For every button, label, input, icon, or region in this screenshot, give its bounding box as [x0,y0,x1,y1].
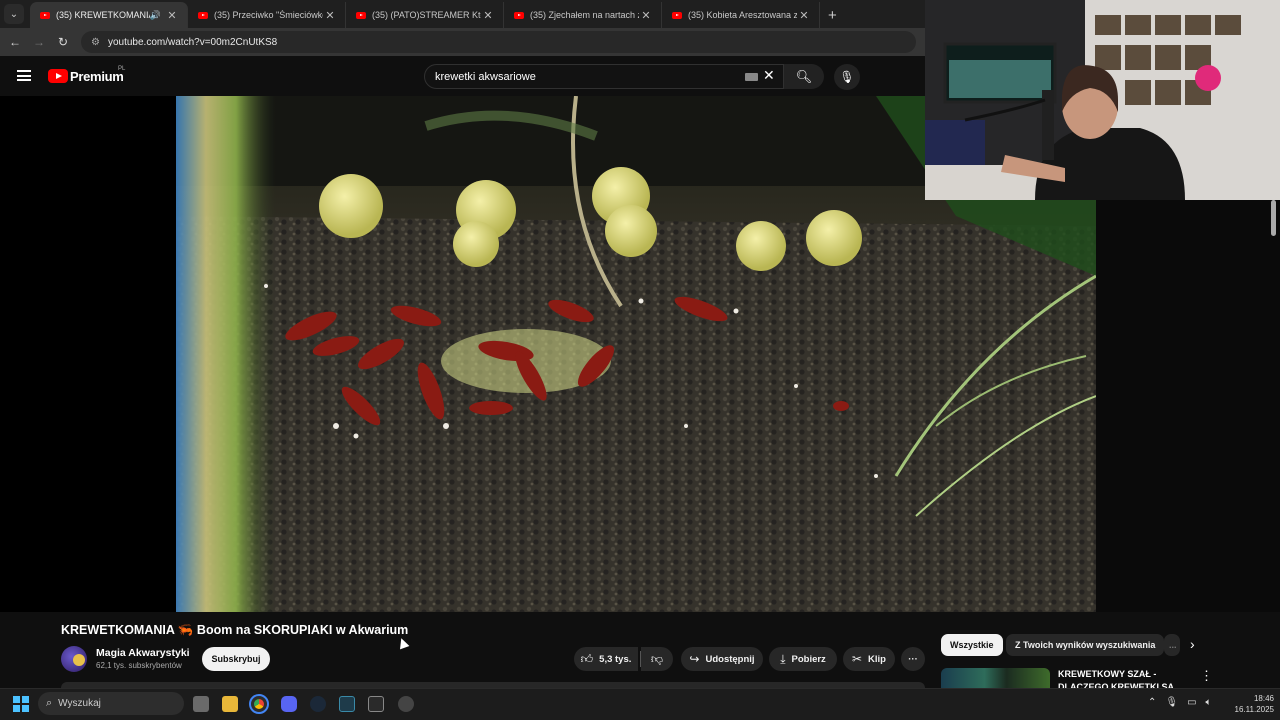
task-view-icon[interactable] [193,696,209,712]
url-text: youtube.com/watch?v=00m2CnUtKS8 [107,36,278,48]
close-tab-icon[interactable]: ✕ [323,9,337,22]
network-icon[interactable]: ▭ [1187,697,1196,708]
windows-start-icon[interactable] [13,696,29,712]
scrollbar-thumb[interactable] [1271,200,1276,236]
youtube-favicon-icon [356,11,366,19]
channel-name[interactable]: Magia Akwarystyki [96,647,190,659]
obs-icon[interactable] [398,696,414,712]
search-icon: ⌕ [46,697,53,709]
clock-time: 18:46 [1253,694,1274,703]
download-label: Pobierz [791,653,826,665]
chip-from-search[interactable]: Z Twoich wyników wyszukiwania [1006,634,1165,656]
more-vertical-icon[interactable]: ⋮ [1200,668,1213,684]
browser-tab-active[interactable]: (35) KREWETKOMANIA 🦐 🔊 ✕ [30,2,188,28]
chevron-right-icon[interactable]: › [1190,636,1195,652]
clear-search-icon[interactable]: ✕ [763,67,775,84]
steam-icon[interactable] [310,696,326,712]
subscriber-count: 62,1 tys. subskrybentów [96,661,182,670]
clock-date: 16.11.2025 [1234,705,1274,714]
voice-search-button[interactable]: 🎙︎ [834,64,860,90]
mouse-cursor-icon [396,636,410,650]
search-button[interactable]: 🔍︎ [784,64,824,89]
taskbar-search-placeholder: Wyszukaj [58,698,101,709]
video-title: KREWETKOMANIA 🦐 Boom na SKORUPIAKI w Akw… [61,623,409,637]
scissors-icon: ✂ [851,652,863,666]
thumbs-up-icon: 👍︎ [580,651,594,666]
like-count: 5,3 tys. [599,653,632,665]
chrome-icon[interactable] [249,694,269,714]
channel-avatar[interactable] [61,646,87,672]
youtube-favicon-icon [198,11,208,19]
site-info-icon[interactable]: ⚙ [91,37,100,48]
search-query: krewetki akwsariowe [435,70,536,83]
youtube-logo-icon[interactable] [48,69,68,83]
download-icon: ⤓ [780,651,786,666]
share-arrow-icon: ↪ [689,652,700,666]
hamburger-menu-icon[interactable] [17,70,31,81]
like-button[interactable]: 👍︎ 5,3 tys. [574,647,638,671]
address-bar[interactable]: ⚙ youtube.com/watch?v=00m2CnUtKS8 [81,31,916,53]
close-tab-icon[interactable]: ✕ [165,9,179,22]
microphone-icon[interactable]: 🎙︎ [1165,697,1178,708]
country-code: PL [118,66,126,72]
tab-title: (35) Zjechałem na nartach z Mo [530,10,639,20]
app-icon[interactable] [339,696,355,712]
close-tab-icon[interactable]: ✕ [481,9,495,22]
taskbar-clock[interactable]: 18:46 16.11.2025 [1229,693,1274,715]
more-actions-button[interactable]: ··· [901,647,925,671]
thumbs-down-icon: 👎︎ [650,651,664,666]
browser-tab[interactable]: (35) Przeciwko "Śmieciówkom" ✕ [188,2,346,28]
webcam-overlay [925,0,1280,200]
chevron-up-icon[interactable]: ⌃ [1148,697,1156,708]
clip-label: Klip [868,653,886,665]
volume-icon[interactable]: 🔈︎ [1206,697,1212,708]
more-dots-icon: ··· [908,653,918,665]
download-button[interactable]: ⤓ Pobierz [769,647,837,671]
close-tab-icon[interactable]: ✕ [639,9,653,22]
tab-title: (35) (PATO)STREAMER Który Ni [372,10,481,20]
search-input[interactable]: krewetki akwsariowe [424,64,784,89]
epic-games-icon[interactable] [368,696,384,712]
share-button[interactable]: ↪ Udostępnij [681,647,763,671]
back-arrow-icon[interactable]: ← [3,35,27,49]
browser-tab[interactable]: (35) Zjechałem na nartach z Mo ✕ [504,2,662,28]
forward-arrow-icon[interactable]: → [27,35,51,49]
clip-button[interactable]: ✂ Klip [843,647,895,671]
tab-title: (35) Kobieta Aresztowana za Uj [688,10,797,20]
tab-title: (35) Przeciwko "Śmieciówkom" [214,10,323,20]
dislike-button[interactable]: 👎︎ [641,647,673,671]
file-explorer-icon[interactable] [222,696,238,712]
youtube-favicon-icon [514,11,524,19]
windows-taskbar [0,688,1280,720]
background-panel [1096,200,1280,612]
streamer-webcam-image [925,0,1280,200]
youtube-premium-label[interactable]: Premium [70,69,124,84]
related-video-title[interactable]: KREWETKOWY SZAŁ - DLACZEGO KREWETKI SĄ [1058,668,1178,688]
new-tab-button[interactable]: + [828,7,837,24]
speaker-icon[interactable]: 🔊 [150,10,161,21]
subscribe-button[interactable]: Subskrybuj [202,647,270,671]
close-tab-icon[interactable]: ✕ [797,9,811,22]
chip-more[interactable]: ... [1164,634,1180,656]
reload-icon[interactable]: ↻ [51,35,75,49]
tab-title: (35) KREWETKOMANIA 🦐 [56,9,150,20]
youtube-favicon-icon [40,11,50,19]
chip-all[interactable]: Wszystkie [941,634,1003,656]
browser-tab-strip: ⌄ (35) KREWETKOMANIA 🦐 🔊 ✕ (35) Przeciwk… [0,0,925,28]
taskbar-search-input[interactable]: ⌕ Wyszukaj [38,692,184,715]
discord-icon[interactable] [281,696,297,712]
tab-search-dropdown-button[interactable]: ⌄ [4,4,24,24]
system-tray: ⌃ 🎙︎ ▭ 🔈︎ [1148,697,1212,708]
youtube-header: Premium PL krewetki akwsariowe ✕ 🔍︎ 🎙︎ [0,56,925,96]
search-icon: 🔍︎ [795,68,813,84]
youtube-favicon-icon [672,11,682,19]
share-label: Udostępnij [705,653,755,665]
browser-tab[interactable]: (35) Kobieta Aresztowana za Uj ✕ [662,2,820,28]
related-video-thumbnail[interactable] [941,668,1050,688]
browser-tab[interactable]: (35) (PATO)STREAMER Który Ni ✕ [346,2,504,28]
keyboard-icon[interactable] [745,73,758,81]
browser-toolbar: ← → ↻ ⚙ youtube.com/watch?v=00m2CnUtKS8 [0,28,925,56]
microphone-icon: 🎙︎ [839,70,855,84]
